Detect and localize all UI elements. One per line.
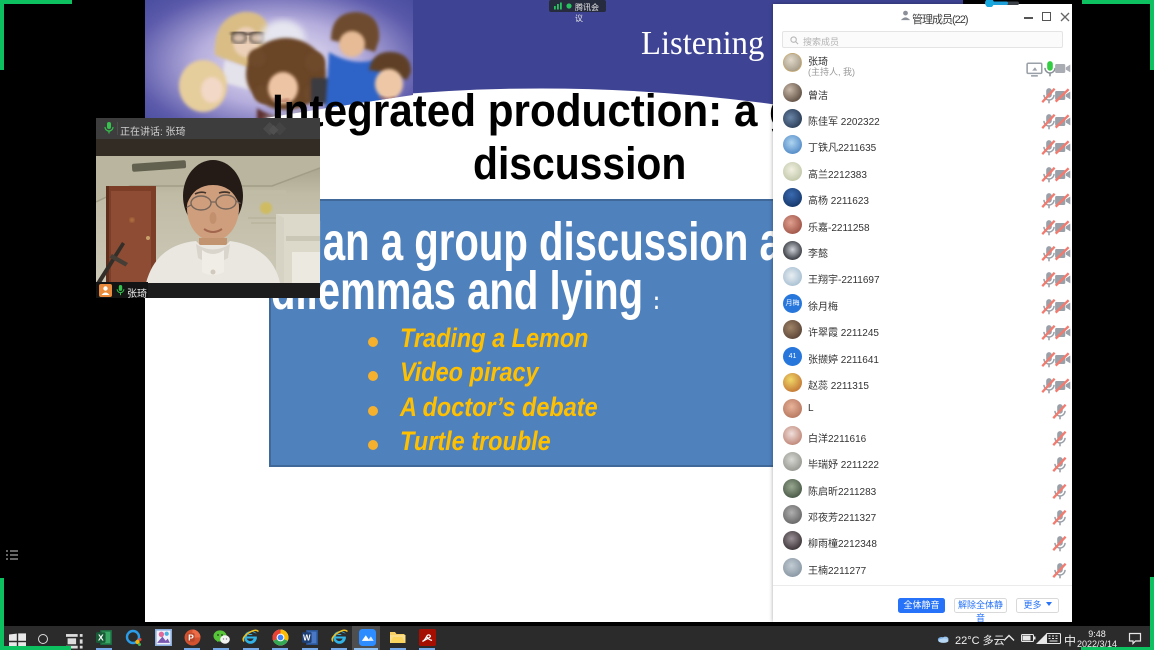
svg-text:W: W <box>303 634 311 643</box>
svg-text:X: X <box>98 633 104 643</box>
svg-text:P: P <box>188 633 194 643</box>
